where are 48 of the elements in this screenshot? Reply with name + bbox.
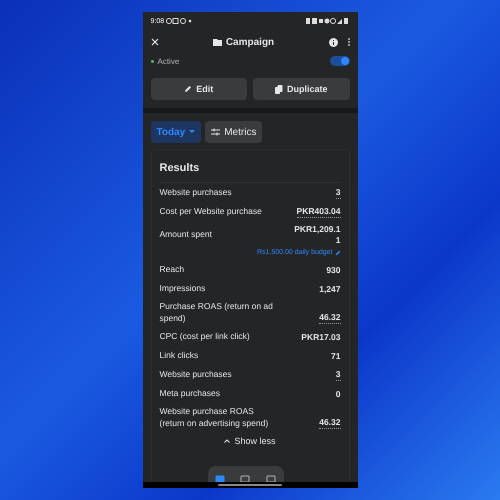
home-indicator — [218, 484, 282, 486]
edit-button[interactable]: Edit — [150, 78, 247, 100]
card-title: Results — [160, 158, 340, 183]
show-less-button[interactable]: Show less — [224, 432, 276, 450]
metric-value: 71 — [331, 350, 340, 362]
metric-value: 0 — [336, 388, 340, 400]
sliders-icon — [211, 128, 220, 136]
metric-label: Website purchases — [160, 368, 232, 380]
metric-label: Website purchases — [160, 186, 232, 198]
copy-icon — [274, 84, 283, 94]
notification-icons — [166, 18, 192, 24]
status-label: Active — [158, 56, 180, 66]
pencil-icon — [334, 250, 340, 256]
tab-icon[interactable] — [215, 474, 226, 482]
metric-label: Purchase ROAS (return on ad spend) — [160, 301, 274, 324]
metric-value: 3 — [336, 368, 340, 382]
metric-label: Link clicks — [160, 350, 198, 362]
close-icon — [150, 38, 158, 46]
folder-icon — [212, 38, 222, 46]
info-button[interactable] — [328, 38, 338, 46]
metric-label: Amount spent — [160, 229, 212, 241]
active-toggle[interactable] — [330, 56, 350, 66]
metric-label: Website purchase ROAS (return on advertising spend) — [160, 406, 270, 429]
caret-icon — [189, 130, 196, 134]
metric-label: CPC (cost per link click) — [160, 330, 250, 342]
metric-value: 1,247 — [319, 284, 340, 296]
page-title: Campaign — [226, 36, 274, 48]
info-icon — [328, 38, 338, 46]
pencil-icon — [184, 85, 192, 93]
metric-value: 46.32 — [319, 312, 340, 324]
tab-icon[interactable] — [240, 474, 250, 482]
metric-label: Cost per Website purchase — [160, 206, 262, 218]
metrics-button[interactable]: Metrics — [205, 121, 262, 143]
metric-label: Impressions — [160, 282, 206, 294]
close-button[interactable] — [150, 38, 158, 46]
metric-value: 46.32 — [319, 416, 340, 429]
metric-value: 930 — [326, 265, 340, 276]
status-dot — [150, 60, 154, 62]
system-status-icons — [306, 18, 350, 24]
metric-value: PKR1,209.1 1 — [294, 224, 340, 246]
caret-up-icon — [224, 438, 230, 443]
metric-value: PKR403.04 — [296, 206, 340, 218]
metric-value: 3 — [336, 186, 340, 199]
metric-label: Meta purchases — [160, 388, 220, 400]
metric-value: PKR17.03 — [301, 332, 340, 344]
tab-icon[interactable] — [266, 474, 276, 482]
metric-label: Reach — [160, 264, 184, 276]
duplicate-button[interactable]: Duplicate — [253, 78, 350, 100]
